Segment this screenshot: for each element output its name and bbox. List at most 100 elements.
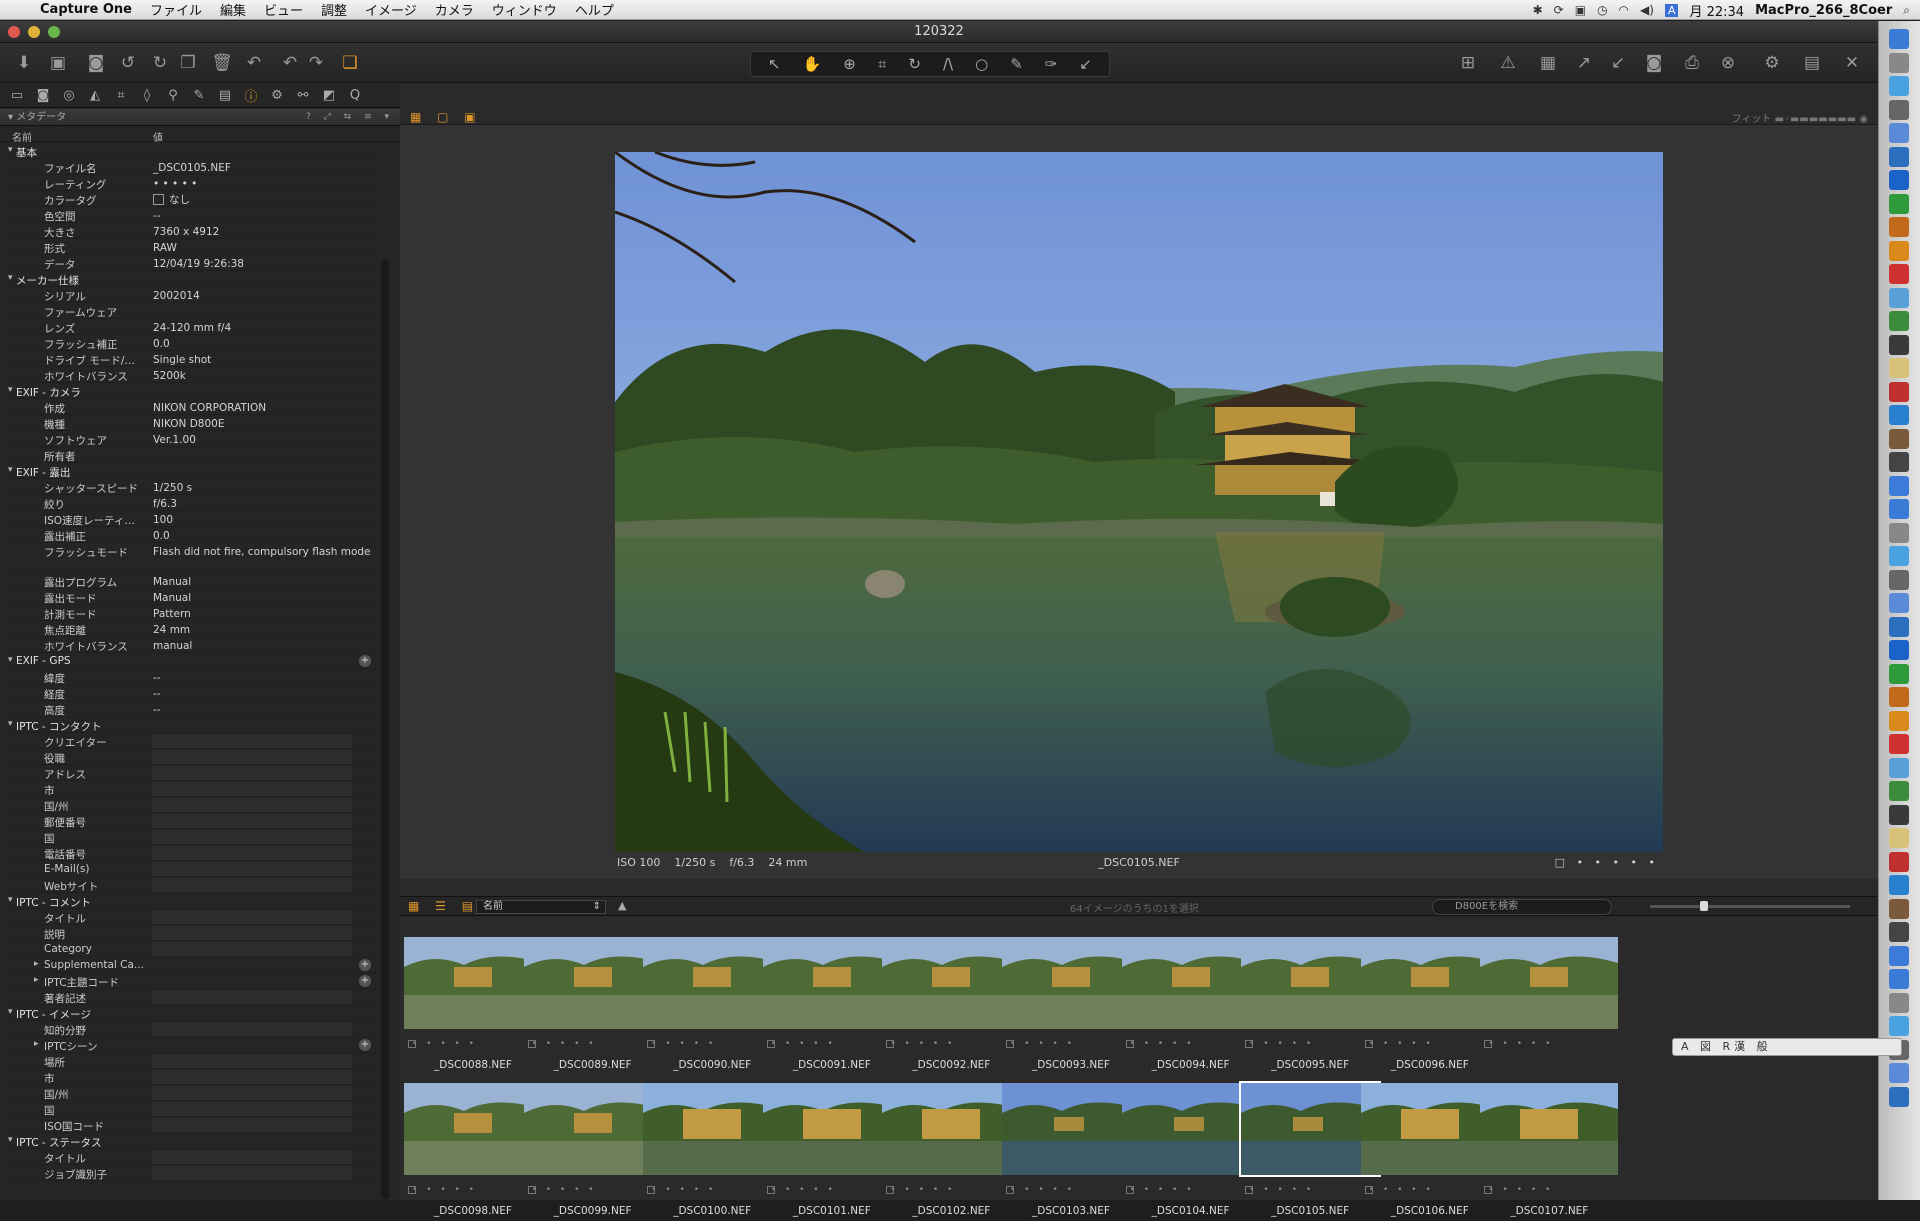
metadata-row[interactable]: 著者記述 bbox=[10, 989, 378, 1005]
thumbnail-rating[interactable]: • • • • • bbox=[1480, 1185, 1619, 1195]
reset-icon[interactable]: ↶ bbox=[242, 51, 266, 75]
metadata-edit-field[interactable] bbox=[152, 846, 352, 860]
viewer-rating[interactable]: □ • • • • • bbox=[1555, 856, 1659, 869]
thumbnail-checkbox[interactable] bbox=[1364, 1186, 1373, 1194]
metadata-row[interactable]: アドレス bbox=[10, 765, 378, 781]
metadata-row[interactable]: ファームウェア bbox=[10, 303, 378, 319]
thumbnail-checkbox[interactable] bbox=[1006, 1186, 1014, 1194]
metadata-section[interactable]: ▾ IPTC - ステータス bbox=[8, 1133, 378, 1149]
bluetooth-icon[interactable]: ✱ bbox=[1533, 3, 1543, 17]
metadata-row[interactable]: 電話番号 bbox=[10, 845, 378, 861]
menu-item[interactable]: 調整 bbox=[312, 0, 356, 19]
dock-app-icon[interactable] bbox=[1889, 170, 1909, 190]
dock-app-icon[interactable] bbox=[1889, 475, 1909, 496]
metadata-row[interactable]: レーティング • • • • • bbox=[10, 175, 378, 191]
metadata-row[interactable]: 国/州 bbox=[10, 797, 378, 813]
metadata-section[interactable]: ▾ EXIF - カメラ bbox=[8, 383, 378, 399]
metadata-row[interactable]: ジョブ識別子 bbox=[10, 1165, 378, 1181]
search-input[interactable]: D800Eを検索 bbox=[1432, 899, 1612, 915]
metadata-section[interactable]: ▾ IPTC - イメージ bbox=[8, 1005, 378, 1021]
metadata-edit-field[interactable] bbox=[152, 830, 352, 844]
metadata-edit-field[interactable] bbox=[152, 1150, 352, 1164]
zoom-icon[interactable]: ⊕ bbox=[843, 55, 856, 73]
add-icon[interactable]: + bbox=[359, 975, 371, 987]
undo-icon[interactable]: ↶ bbox=[278, 51, 302, 75]
move-to-folder-icon[interactable]: ❐ bbox=[176, 51, 200, 75]
metadata-row[interactable]: 絞り f/6.3 bbox=[10, 495, 378, 511]
menu-item[interactable]: ファイル bbox=[141, 0, 211, 19]
local-adjust-tab-icon[interactable]: ✎ bbox=[190, 88, 208, 103]
thumbnail-checkbox[interactable] bbox=[1245, 1040, 1254, 1048]
metadata-row[interactable]: フラッシュモード Flash did not fire, compulsory f… bbox=[10, 543, 378, 573]
thumbnail-checkbox[interactable] bbox=[408, 1040, 416, 1048]
metadata-row[interactable]: 色空間 -- bbox=[10, 207, 378, 223]
metadata-section[interactable]: ▾ メーカー仕様 bbox=[8, 271, 378, 287]
thumbnail-checkbox[interactable] bbox=[527, 1186, 536, 1194]
metadata-row[interactable]: 国 bbox=[10, 829, 378, 845]
collapse-icon[interactable]: ▾ bbox=[8, 112, 16, 123]
dock-app-icon[interactable] bbox=[1889, 569, 1909, 590]
pan-hand-icon[interactable]: ✋ bbox=[803, 55, 822, 73]
metadata-section[interactable]: ▾ EXIF - GPS + bbox=[8, 653, 378, 669]
metadata-edit-field[interactable] bbox=[152, 1086, 352, 1100]
disclosure-triangle-icon[interactable]: ▸ bbox=[34, 1039, 39, 1049]
dock-app-icon[interactable] bbox=[1889, 804, 1909, 825]
dock-app-icon[interactable] bbox=[1889, 1016, 1909, 1036]
import-icon[interactable]: ⬇ bbox=[12, 51, 36, 75]
exposure-tab-icon[interactable]: ◭ bbox=[86, 88, 104, 103]
dock-app-icon[interactable] bbox=[1889, 193, 1909, 214]
metadata-row[interactable]: 市 bbox=[10, 1069, 378, 1085]
disclosure-triangle-icon[interactable]: ▾ bbox=[8, 465, 13, 475]
dock-app-icon[interactable] bbox=[1889, 945, 1909, 966]
dock-app-icon[interactable] bbox=[1889, 593, 1909, 613]
library-tab-icon[interactable]: ▭ bbox=[8, 88, 26, 103]
metadata-row[interactable]: 形式 RAW bbox=[10, 239, 378, 255]
display-icon[interactable]: ▣ bbox=[1575, 3, 1586, 17]
thumbnail[interactable]: • • • • • bbox=[1478, 935, 1620, 1053]
dock-app-icon[interactable] bbox=[1889, 663, 1909, 684]
dock-app-icon[interactable] bbox=[1889, 710, 1909, 731]
menu-item[interactable]: 編集 bbox=[211, 0, 255, 19]
menu-item[interactable]: イメージ bbox=[356, 0, 426, 19]
metadata-row[interactable]: 役職 bbox=[10, 749, 378, 765]
metadata-row[interactable]: 露出補正 0.0 bbox=[10, 527, 378, 543]
metadata-edit-field[interactable] bbox=[152, 750, 352, 764]
metadata-tab-icon[interactable]: ⓘ bbox=[242, 86, 260, 105]
metadata-row[interactable]: 露出モード Manual bbox=[10, 589, 378, 605]
metadata-edit-field[interactable] bbox=[152, 1166, 352, 1180]
metadata-row[interactable]: ドライブ モード/… Single shot bbox=[10, 351, 378, 367]
dock-app-icon[interactable] bbox=[1889, 922, 1909, 942]
app-menu[interactable]: Capture One bbox=[36, 2, 141, 17]
print-icon[interactable]: ⎙ bbox=[1680, 51, 1704, 75]
disclosure-triangle-icon[interactable]: ▸ bbox=[34, 959, 39, 969]
metadata-edit-field[interactable] bbox=[152, 1022, 352, 1036]
metadata-edit-field[interactable] bbox=[152, 1070, 352, 1084]
clock[interactable]: 月 22:34 bbox=[1689, 1, 1744, 20]
metadata-row[interactable]: ファイル名 _DSC0105.NEF bbox=[10, 159, 378, 175]
dock-app-icon[interactable] bbox=[1889, 405, 1909, 425]
metadata-row[interactable]: 説明 bbox=[10, 925, 378, 941]
metadata-row[interactable]: 露出プログラム Manual bbox=[10, 573, 378, 589]
thumbnail-checkbox[interactable] bbox=[1245, 1186, 1254, 1194]
spot-removal-icon[interactable]: ○ bbox=[975, 55, 988, 73]
tools-icon[interactable]: ✕ bbox=[1840, 51, 1864, 75]
spotlight-icon[interactable]: ⌕ bbox=[1903, 3, 1910, 18]
metadata-row[interactable]: タイトル bbox=[10, 1149, 378, 1165]
thumbnail-checkbox[interactable] bbox=[527, 1040, 536, 1048]
metadata-row[interactable]: クリエイター bbox=[10, 733, 378, 749]
dock-app-icon[interactable] bbox=[1889, 616, 1909, 637]
dock-app-icon[interactable] bbox=[1889, 146, 1909, 167]
metadata-row[interactable]: 市 bbox=[10, 781, 378, 797]
metadata-edit-field[interactable] bbox=[152, 1102, 352, 1116]
dock-app-icon[interactable] bbox=[1889, 687, 1909, 707]
metadata-row[interactable]: 大きさ 7360 x 4912 bbox=[10, 223, 378, 239]
dock-app-icon[interactable] bbox=[1889, 240, 1909, 261]
metadata-edit-field[interactable] bbox=[152, 990, 352, 1004]
capture-icon[interactable]: ▣ bbox=[46, 51, 70, 75]
rotate-left-icon[interactable]: ↺ bbox=[116, 51, 140, 75]
metadata-row[interactable]: ISO速度レーティ… 100 bbox=[10, 511, 378, 527]
metadata-row[interactable]: 作成 NIKON CORPORATION bbox=[10, 399, 378, 415]
dock-app-icon[interactable] bbox=[1889, 781, 1909, 801]
disclosure-triangle-icon[interactable]: ▾ bbox=[8, 1007, 13, 1017]
dock-app-icon[interactable] bbox=[1889, 311, 1909, 331]
